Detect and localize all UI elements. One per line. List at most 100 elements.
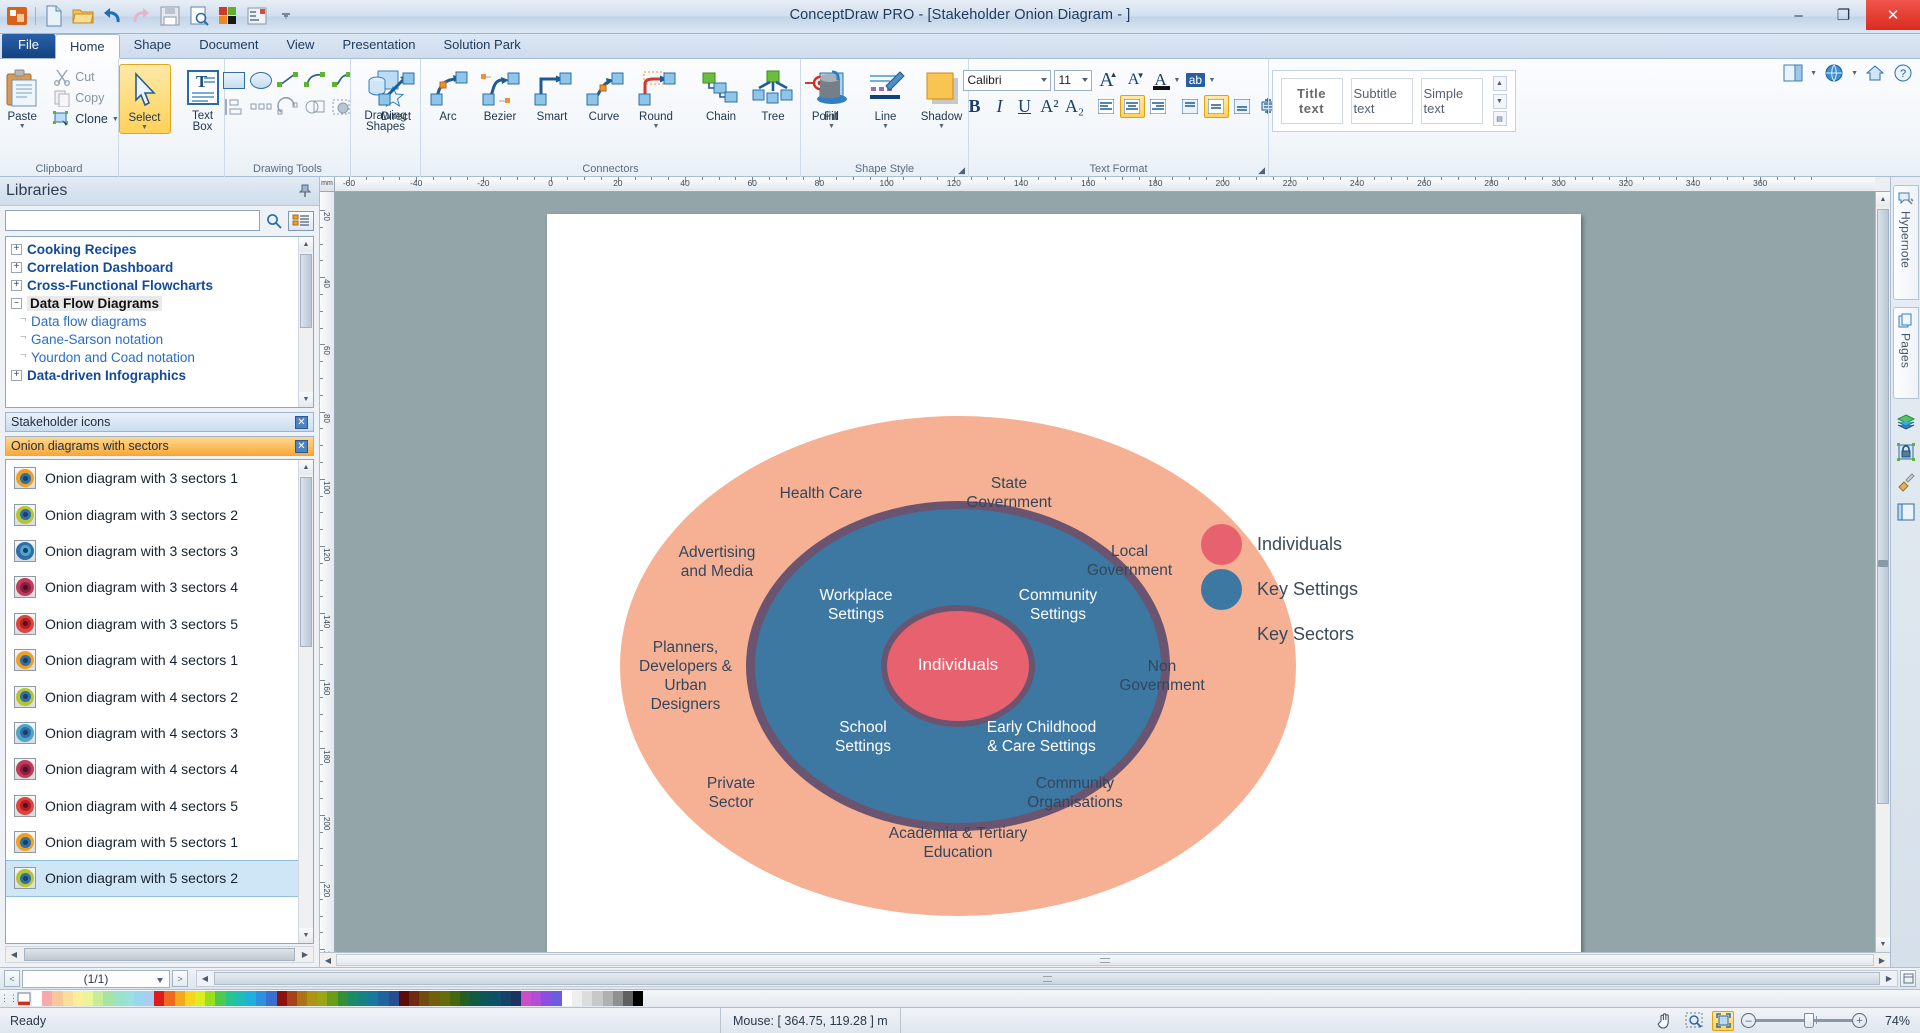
panel-icon[interactable] [1894,500,1918,524]
scroll-thumb[interactable] [214,972,1880,985]
page-prev-button[interactable]: < [4,970,20,987]
scroll-up-icon[interactable]: ▲ [299,460,313,475]
shape-list-item[interactable]: Onion diagram with 4 sectors 2 [6,678,298,714]
line-tool-icon[interactable] [276,68,300,92]
paste-caret-icon[interactable]: ▼ [19,123,26,130]
tree-item-cross-functional-flowcharts[interactable]: + Cross-Functional Flowcharts [6,276,313,294]
expand-icon[interactable]: + [11,243,22,255]
select-caret-icon[interactable]: ▼ [141,124,148,131]
connector-arc-button[interactable]: Arc [422,64,474,125]
connector-smart-button[interactable]: Smart [526,64,578,125]
shape-list[interactable]: Onion diagram with 3 sectors 1 Onion diag… [5,459,314,944]
scroll-up-icon[interactable]: ▲ [299,237,313,252]
connector-round-button[interactable]: Round ▼ [630,64,682,132]
color-swatch[interactable] [419,991,430,1006]
palette-color-icon[interactable] [16,991,32,1007]
scroll-down-icon[interactable]: ▼ [299,928,313,943]
page-selector[interactable]: (1/1) [22,969,170,988]
color-swatch[interactable] [521,991,532,1006]
panel-layout-caret-icon[interactable]: ▼ [1810,70,1817,77]
globe-caret-icon[interactable]: ▼ [1851,70,1858,77]
color-swatch[interactable] [225,991,236,1006]
tree-item-correlation-dashboard[interactable]: + Correlation Dashboard [6,258,313,276]
panel-layout-icon[interactable] [1782,63,1804,83]
scroll-left-icon[interactable]: ◀ [320,953,336,968]
fill-caret-icon[interactable]: ▼ [828,123,835,130]
close-button[interactable]: ✕ [1866,0,1920,30]
clone-button[interactable]: Clone ▼ [50,109,122,129]
color-swatch[interactable] [266,991,277,1006]
color-swatch[interactable] [286,991,297,1006]
fill-button[interactable]: Fill ▼ [807,64,857,132]
scroll-thumb[interactable] [300,477,312,647]
tree-item-data-flow-diagrams-leaf[interactable]: Data flow diagrams [6,312,313,330]
color-swatch[interactable] [164,991,175,1006]
color-swatch[interactable] [72,991,83,1006]
scroll-up-icon[interactable]: ▲ [1876,192,1890,207]
shadow-caret-icon[interactable]: ▼ [938,123,945,130]
color-swatch[interactable] [480,991,491,1006]
color-swatch[interactable] [317,991,328,1006]
fit-page-icon[interactable] [1712,1010,1734,1031]
color-swatch[interactable] [245,991,257,1006]
shape-list-item[interactable]: Onion diagram with 5 sectors 2 [6,860,298,897]
color-swatch[interactable] [296,991,308,1006]
library-tree[interactable]: + Cooking Recipes + Correlation Dashboar… [5,236,314,408]
lock-icon[interactable] [1894,440,1918,464]
color-swatch[interactable] [510,991,521,1006]
library-tree-scrollbar[interactable]: ▲ ▼ [298,237,313,407]
drawing-page[interactable]: Individuals Workplace Settings Community S… [547,214,1581,952]
color-swatch[interactable] [307,991,318,1006]
color-swatch[interactable] [42,991,53,1006]
superscript-button[interactable]: A² [1038,94,1062,118]
close-library-tab-icon[interactable]: ✕ [295,439,308,453]
expand-icon[interactable]: + [11,279,22,291]
color-swatch[interactable] [205,991,216,1006]
tree-item-data-driven-infographics[interactable]: + Data-driven Infographics [6,366,313,384]
highlight-caret-icon[interactable]: ▼ [1208,77,1215,84]
color-swatch[interactable] [500,991,511,1006]
color-swatch[interactable] [184,991,195,1006]
expand-icon[interactable]: + [11,369,22,381]
text-format-dialog-launcher[interactable]: ◢ [1253,164,1265,176]
dock-tab-hypernote[interactable]: Hypernote [1892,185,1919,300]
zoom-thumb[interactable] [1804,1013,1814,1028]
scroll-down-icon[interactable]: ▼ [299,392,313,407]
color-swatch[interactable] [378,991,389,1006]
scroll-thumb[interactable] [300,254,312,328]
color-swatch[interactable] [215,991,226,1006]
color-swatch[interactable] [327,991,338,1006]
shape-list-item[interactable]: Onion diagram with 3 sectors 1 [6,460,298,496]
font-color-button[interactable]: A [1149,68,1173,92]
font-size-chevron-down-icon[interactable] [1081,77,1088,82]
rotate-icon[interactable] [276,95,300,119]
color-swatch[interactable] [32,991,43,1006]
dock-tab-pages[interactable]: Pages [1892,307,1919,399]
color-swatch[interactable] [235,991,246,1006]
pan-tool-icon[interactable] [1654,1011,1676,1031]
shape-list-item[interactable]: Onion diagram with 4 sectors 1 [6,642,298,678]
style-subtitle-text[interactable]: Subtitle text [1350,78,1413,124]
canvas-scroll-area[interactable]: Individuals Workplace Settings Community S… [335,192,1875,952]
color-swatch[interactable] [470,991,481,1006]
scroll-thumb[interactable] [1877,209,1889,804]
zoom-in-button[interactable]: + [1852,1013,1867,1028]
color-swatch[interactable] [408,991,420,1006]
font-color-caret-icon[interactable]: ▼ [1174,77,1181,84]
color-swatches[interactable] [32,991,644,1006]
tab-home[interactable]: Home [54,34,120,59]
connector-tree-button[interactable]: Tree [747,64,799,125]
line-button[interactable]: Line ▼ [861,64,911,132]
color-swatch[interactable] [144,991,155,1006]
subscript-button[interactable]: A₂ [1063,94,1087,118]
tab-document[interactable]: Document [185,33,272,58]
color-swatch[interactable] [52,991,63,1006]
shape-list-item[interactable]: Onion diagram with 3 sectors 3 [6,533,298,569]
shape-list-item[interactable]: Onion diagram with 3 sectors 4 [6,569,298,605]
color-swatch[interactable] [622,991,634,1006]
rectangle-tool-icon[interactable] [222,68,246,92]
scroll-left-icon[interactable]: ◀ [6,947,22,962]
gallery-up-icon[interactable]: ▲ [1492,76,1507,91]
shape-list-item[interactable]: Onion diagram with 4 sectors 4 [6,751,298,787]
color-swatch[interactable] [592,991,603,1006]
